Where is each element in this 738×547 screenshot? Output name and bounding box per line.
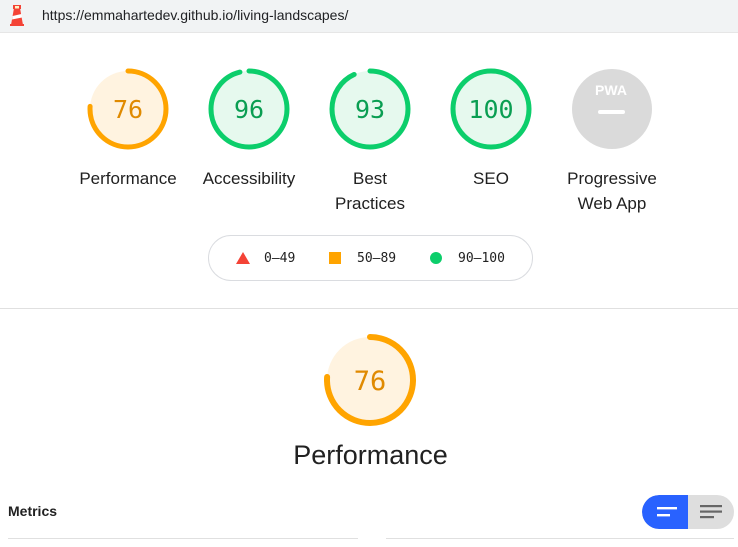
performance-title: Performance: [293, 440, 448, 470]
legend-range: 90–100: [458, 251, 505, 266]
gauge-score: 100: [468, 95, 513, 124]
gauge-ring: 93: [329, 68, 411, 150]
gauge-score: 76: [113, 95, 143, 124]
gauge-label: Performance: [79, 169, 177, 188]
address-bar: https://emmahartedev.github.io/living-la…: [0, 0, 738, 33]
metric-row-divider: [8, 538, 358, 539]
triangle-icon: [236, 252, 250, 264]
gauge-label: Progressive Web App: [567, 169, 657, 213]
section-divider: [0, 308, 738, 309]
gauge-ring: 96: [208, 68, 290, 150]
gauge-ring: 76: [87, 68, 169, 150]
legend-range: 50–89: [357, 251, 397, 266]
pwa-badge-icon: PWA: [572, 69, 652, 149]
gauge-label: Best Practices: [335, 169, 405, 213]
gauge-label: SEO: [473, 169, 509, 188]
url-text[interactable]: https://emmahartedev.github.io/living-la…: [42, 7, 348, 23]
gauge-best-practices[interactable]: 93 Best Practices: [315, 67, 425, 216]
expanded-lines-icon: [700, 505, 722, 519]
pwa-badge-text: PWA: [595, 82, 627, 98]
performance-score: 76: [354, 366, 387, 397]
metric-row-divider: [386, 538, 734, 539]
gauge-score: 96: [234, 95, 264, 124]
square-icon: [329, 252, 341, 264]
gauge-accessibility[interactable]: 96 Accessibility: [194, 67, 304, 191]
circle-icon: [430, 252, 442, 264]
gauge-seo[interactable]: 100 SEO: [436, 67, 546, 191]
metrics-view-toggle[interactable]: [642, 495, 734, 529]
lighthouse-logo-icon: [10, 5, 24, 26]
gauge-ring: 100: [450, 68, 532, 150]
gauge-performance[interactable]: 76 Performance: [73, 67, 183, 191]
metrics-heading: Metrics: [8, 503, 58, 519]
compact-view-button[interactable]: [642, 495, 688, 529]
gauge-label: Accessibility: [202, 169, 296, 188]
gauge-score: 93: [355, 95, 385, 124]
performance-gauge[interactable]: 76: [320, 330, 420, 430]
legend-range: 0–49: [264, 251, 296, 266]
gauge-pwa[interactable]: PWA Progressive Web App: [557, 67, 667, 216]
score-scale-legend: 0–49 50–89 90–100: [208, 235, 533, 281]
expanded-view-button[interactable]: [688, 495, 734, 529]
compact-lines-icon: [657, 507, 677, 517]
